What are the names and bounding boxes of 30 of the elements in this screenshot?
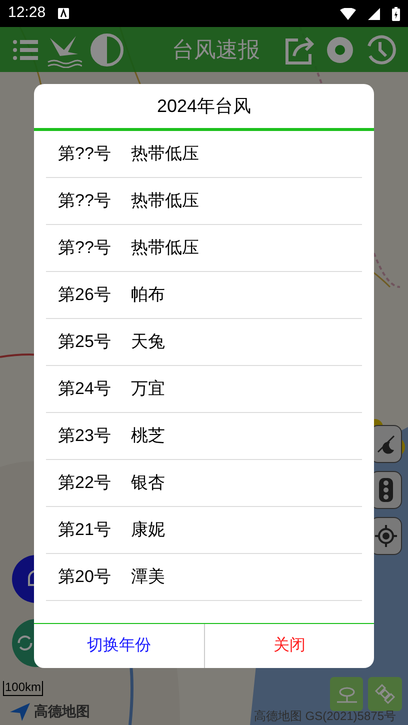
typhoon-item[interactable]: 第20号 潭美 xyxy=(46,554,362,601)
typhoon-item[interactable]: 第24号 万宜 xyxy=(46,366,362,413)
app-title: 台风速报 xyxy=(172,36,260,64)
map-copyright: 高德地图 GS(2021)5875号 xyxy=(254,708,396,725)
typhoon-item[interactable]: 第??号 热带低压 xyxy=(46,225,362,272)
typhoon-item[interactable]: 第21号 康妮 xyxy=(46,507,362,554)
radar-button[interactable] xyxy=(330,677,363,711)
refresh-icon xyxy=(16,634,34,652)
clock: 12:28 xyxy=(8,3,46,24)
contrast-icon[interactable] xyxy=(90,32,124,66)
scale-bar: 100km xyxy=(3,681,44,696)
map-logo: 高德地图 xyxy=(34,702,90,721)
dialog-button[interactable]: 关闭 xyxy=(204,624,374,668)
battery-icon xyxy=(392,6,400,20)
typhoon-item[interactable]: 第23号 桃芝 xyxy=(46,413,362,460)
moon-icon xyxy=(376,434,396,454)
wifi-icon xyxy=(340,8,356,20)
locate-icon xyxy=(375,525,397,547)
signal-icon xyxy=(368,8,380,20)
traffic-light-icon xyxy=(379,478,393,502)
satellite-button[interactable] xyxy=(368,677,402,711)
typhoon-item[interactable]: 第??号 热带低压 xyxy=(46,178,362,225)
typhoon-item[interactable]: 第22号 银杏 xyxy=(46,460,362,507)
dialog-button[interactable]: 切换年份 xyxy=(34,624,204,668)
satellite-icon xyxy=(373,682,397,706)
typhoon-item[interactable]: 第25号 天兔 xyxy=(46,319,362,366)
typhoon-item[interactable]: 第??号 热带低压 xyxy=(46,131,362,178)
arrow-logo-icon xyxy=(10,702,30,720)
dialog-title: 2024年台风 xyxy=(34,84,374,131)
typhoon-item[interactable]: 第26号 帕布 xyxy=(46,272,362,319)
